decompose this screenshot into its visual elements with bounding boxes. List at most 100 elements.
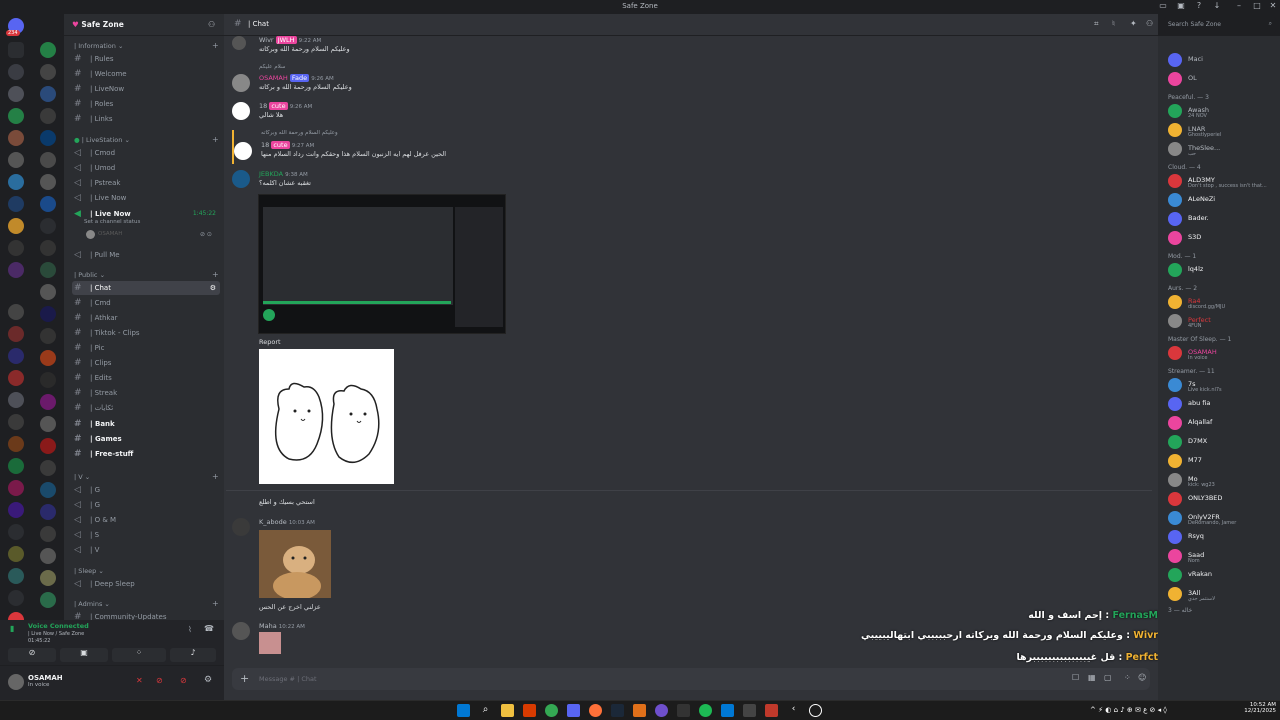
voice-channel-g[interactable]: ◁ | G (72, 498, 220, 512)
server-icon[interactable] (8, 502, 24, 518)
member-item[interactable]: Perfect 4FUN (1168, 313, 1278, 329)
avatar[interactable] (1168, 568, 1182, 582)
search-icon[interactable]: ⌕ (479, 704, 492, 717)
server-icon[interactable] (40, 86, 56, 102)
avatar[interactable] (1168, 473, 1182, 487)
avatar[interactable] (1168, 142, 1182, 156)
category-v[interactable]: | V ⌄ (74, 473, 90, 481)
server-icon[interactable] (8, 152, 24, 168)
server-icon[interactable] (40, 262, 56, 278)
server-icon[interactable] (8, 42, 24, 58)
member-item[interactable]: Mo kick: wg23 (1168, 472, 1278, 488)
server-icon[interactable] (40, 306, 56, 322)
file-explorer-icon[interactable] (501, 704, 514, 717)
server-icon[interactable] (8, 326, 24, 342)
server-icon[interactable] (40, 372, 56, 388)
avatar[interactable] (1168, 231, 1182, 245)
discord-icon[interactable] (567, 704, 580, 717)
member-item[interactable]: Rsyq (1168, 529, 1278, 545)
chat-message[interactable]: Wivr JWLH 9:22 AM وعليكم السلام ورحمة ال… (232, 36, 712, 54)
server-icon[interactable] (8, 458, 24, 474)
username[interactable]: OSAMAH (28, 674, 63, 682)
server-icon[interactable] (40, 284, 56, 300)
avatar[interactable] (1168, 53, 1182, 67)
avatar[interactable] (1168, 174, 1182, 188)
server-icon[interactable] (8, 130, 24, 146)
add-friend-icon[interactable]: ⚇ (208, 20, 215, 29)
member-item[interactable]: OL (1168, 71, 1278, 87)
voice-channel-live-now[interactable]: ◁ | Live Now (72, 191, 220, 205)
add-channel-icon[interactable]: + (212, 472, 219, 481)
voice-channel-deep-sleep[interactable]: ◁ | Deep Sleep (72, 577, 220, 591)
server-icon[interactable] (40, 570, 56, 586)
server-icon[interactable] (8, 86, 24, 102)
channel-clips[interactable]: # | Clips (72, 356, 220, 370)
member-item[interactable]: Ra4 discord.gg/MJU (1168, 294, 1278, 310)
server-icon[interactable] (8, 436, 24, 452)
voice-channel-s[interactable]: ◁ | S (72, 528, 220, 542)
server-icon[interactable] (8, 414, 24, 430)
avatar[interactable] (232, 74, 250, 92)
avatar[interactable] (232, 170, 250, 188)
member-item[interactable]: ALeNeZi (1168, 192, 1278, 208)
server-icon[interactable] (8, 546, 24, 562)
server-icon[interactable] (40, 108, 56, 124)
channel-cmd[interactable]: # | Cmd (72, 296, 220, 310)
channel-bank[interactable]: # | Bank (72, 417, 220, 431)
member-item[interactable]: S3D (1168, 230, 1278, 246)
soundboard-button[interactable]: ♪ (170, 648, 216, 662)
member-item[interactable]: OSAMAH In voice (1168, 345, 1278, 361)
server-icon[interactable] (8, 524, 24, 540)
channel-games[interactable]: # | Games (72, 432, 220, 446)
server-icon[interactable] (40, 548, 56, 564)
avatar[interactable] (1168, 492, 1182, 506)
sticker-image[interactable] (259, 349, 394, 484)
channel-edits[interactable]: # | Edits (72, 371, 220, 385)
channel-streak[interactable]: # | Streak (72, 386, 220, 400)
apps-icon[interactable]: ⁘ (1124, 673, 1131, 682)
server-icon[interactable] (8, 480, 24, 496)
app-icon[interactable] (743, 704, 756, 717)
avatar[interactable] (1168, 193, 1182, 207)
search-input[interactable]: Search Safe Zone ⌕ (1164, 17, 1276, 33)
avatar[interactable] (232, 518, 250, 536)
channel-athkar[interactable]: # | Athkar (72, 311, 220, 325)
add-channel-icon[interactable]: + (212, 599, 219, 608)
avatar[interactable] (86, 230, 95, 239)
avatar[interactable] (1168, 104, 1182, 118)
server-icon[interactable] (40, 482, 56, 498)
noise-suppression-icon[interactable]: ⌇ (188, 625, 192, 634)
close-icon[interactable]: ✕ (1266, 1, 1280, 10)
message-author[interactable]: K_abode 10:03 AM (259, 518, 315, 526)
member-item[interactable]: D7MX (1168, 434, 1278, 450)
activities-button[interactable]: ⁘ (112, 648, 166, 662)
member-item[interactable]: vRakan (1168, 567, 1278, 583)
member-item[interactable]: Maci (1168, 52, 1278, 68)
user-settings-icon[interactable]: ⚙ (204, 675, 212, 685)
category-livestation[interactable]: ● | LiveStation ⌄ (74, 136, 130, 144)
avatar[interactable] (1168, 587, 1182, 601)
firefox-icon[interactable] (589, 704, 602, 717)
chrome-icon[interactable] (545, 704, 558, 717)
server-icon[interactable] (8, 568, 24, 584)
headphones-deafened-icon[interactable]: ⊘ (156, 676, 163, 685)
channel-links[interactable]: # | Links (72, 112, 220, 126)
avatar[interactable] (1168, 397, 1182, 411)
app-icon[interactable] (633, 704, 646, 717)
reply-preview[interactable]: سلام عليكم (259, 64, 286, 70)
gift-icon[interactable]: ☐ (1072, 673, 1079, 682)
folder-icon[interactable] (8, 392, 24, 408)
image-attachment[interactable] (259, 632, 281, 654)
avatar[interactable] (1168, 530, 1182, 544)
server-icon[interactable] (8, 304, 24, 320)
sticker-icon[interactable]: ▢ (1104, 673, 1112, 682)
app-icon[interactable]: ‹ (787, 704, 800, 717)
signal-icon[interactable]: ▮ (10, 624, 14, 633)
server-icon[interactable] (40, 592, 56, 608)
voice-channel-g[interactable]: ◁ | G (72, 483, 220, 497)
server-icon[interactable] (40, 394, 56, 410)
server-icon[interactable] (8, 218, 24, 234)
channel-welcome[interactable]: # | Welcome (72, 67, 220, 81)
avatar[interactable] (1168, 295, 1182, 309)
voice-channel-om[interactable]: ◁ | O & M (72, 513, 220, 527)
